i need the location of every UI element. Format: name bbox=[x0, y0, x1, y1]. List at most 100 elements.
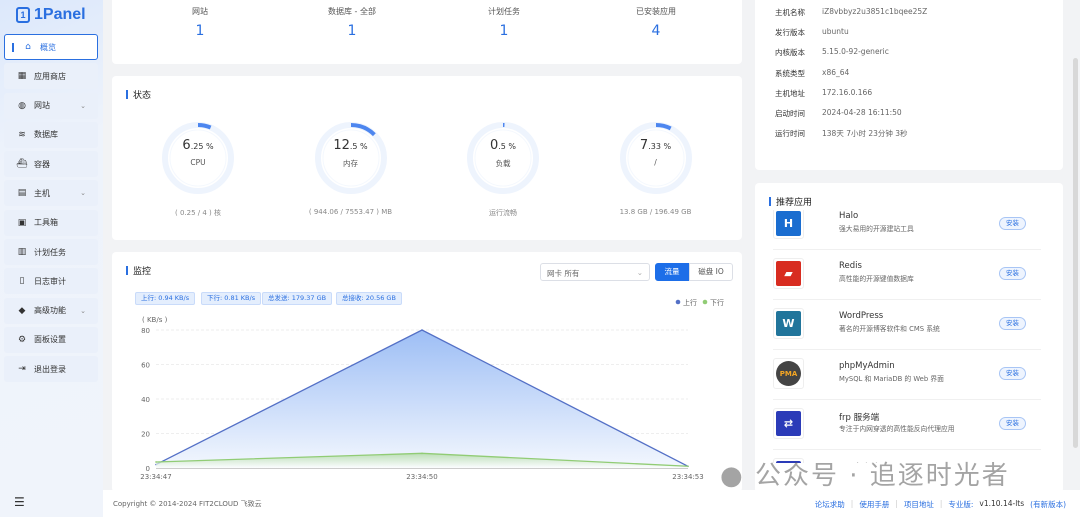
stat-label: 计划任务 bbox=[488, 7, 520, 16]
status-gauge: 0.5 % 负载 运行流畅 bbox=[463, 118, 543, 218]
host-info-row: 运行时间 138天 7小时 23分钟 3秒 bbox=[775, 128, 908, 139]
database-icon: ≋ bbox=[18, 129, 26, 140]
status-gauge: 12.5 % 内存( 944.06 / 7553.47 ) MB bbox=[309, 118, 392, 216]
home-icon: ⌂ bbox=[25, 42, 31, 52]
server-icon: ▤ bbox=[17, 188, 27, 199]
x-tick-label: 23:34:53 bbox=[672, 473, 703, 481]
host-info-key: 启动时间 bbox=[775, 109, 805, 118]
app-logo-icon: ⇄ bbox=[773, 408, 804, 439]
host-info-row: 主机地址 172.16.0.166 bbox=[775, 88, 872, 99]
overview-stat[interactable]: 网站 1 bbox=[140, 6, 260, 39]
app-logo-icon: W bbox=[773, 308, 804, 339]
host-info-value: ubuntu bbox=[822, 27, 849, 37]
x-tick-label: 23:34:47 bbox=[140, 473, 171, 481]
app-name: Redis bbox=[839, 261, 862, 271]
gauge-label: 负载 bbox=[495, 159, 511, 168]
host-info-key: 主机地址 bbox=[775, 88, 805, 98]
app-desc: 强大易用的开源建站工具 bbox=[839, 225, 914, 233]
globe-icon: ◍ bbox=[18, 100, 26, 111]
new-version-link[interactable]: (有新版本) bbox=[1030, 499, 1066, 510]
app-desc: 著名的开源博客软件和 CMS 系统 bbox=[839, 325, 940, 333]
host-info-key: 主机名称 bbox=[775, 8, 805, 17]
host-info-row: 启动时间 2024-04-28 16:11:50 bbox=[775, 108, 902, 119]
stat-value: 1 bbox=[499, 23, 509, 39]
sidebar-item-1[interactable]: ▦ 应用商店 bbox=[4, 63, 98, 90]
app-desc: 高性能的开源键值数据库 bbox=[839, 275, 914, 283]
menu-collapse-icon[interactable]: ☰ bbox=[14, 495, 25, 509]
host-info-row: 主机名称 iZ8vbbyz2u3851c1bqee25Z bbox=[775, 7, 927, 18]
host-info-key: 内核版本 bbox=[775, 48, 805, 58]
app-logo-icon: ▰ bbox=[773, 258, 804, 289]
install-button[interactable]: 安装 bbox=[999, 367, 1026, 380]
logo-icon: 1 bbox=[16, 7, 30, 23]
overview-stat[interactable]: 数据库 - 全部 1 bbox=[292, 6, 412, 39]
app-name: frp 服务端 bbox=[839, 413, 880, 423]
app-item: W WordPress 著名的开源博客软件和 CMS 系统 安装 bbox=[773, 300, 1041, 350]
x-tick-label: 23:34:50 bbox=[406, 473, 437, 481]
gauge-percent: 12.5 % bbox=[333, 138, 368, 153]
edition-label[interactable]: 专业版: bbox=[948, 499, 973, 510]
install-button[interactable]: 安装 bbox=[999, 317, 1026, 330]
gauge-label: / bbox=[654, 158, 657, 167]
app-item: ▰ Redis 高性能的开源键值数据库 安装 bbox=[773, 250, 1041, 300]
host-info-value: x86_64 bbox=[822, 67, 850, 77]
install-button[interactable]: 安装 bbox=[999, 267, 1026, 280]
stat-value: 1 bbox=[347, 23, 357, 39]
gauge-percent: 0.5 % bbox=[489, 138, 517, 153]
overview-stat[interactable]: 已安装应用 4 bbox=[596, 6, 716, 39]
host-info-key: 运行时间 bbox=[775, 129, 805, 139]
scrollbar[interactable] bbox=[1073, 58, 1078, 448]
sidebar-item-3[interactable]: ≋ 数据库 bbox=[4, 121, 98, 148]
status-gauge: 6.25 % CPU( 0.25 / 4 ) 核 bbox=[158, 118, 238, 218]
app-item: ⇄ frp 服务端 专注于内网穿透的高性能反向代理应用 安装 bbox=[773, 400, 1041, 450]
stat-value: 4 bbox=[651, 23, 661, 39]
brand-name: 1Panel bbox=[34, 6, 86, 23]
host-info-value: iZ8vbbyz2u3851c1bqee25Z bbox=[822, 7, 928, 16]
sidebar-item-2[interactable]: ◍ 网站 ⌄ bbox=[4, 92, 98, 119]
sidebar-item-0[interactable]: ⌂ 概览 bbox=[4, 34, 98, 60]
sidebar-item-4[interactable]: ⛴ 容器 bbox=[4, 151, 98, 178]
host-info-row: 系统类型 x86_64 bbox=[775, 68, 849, 79]
host-info-value: 2024-04-28 16:11:50 bbox=[822, 108, 902, 117]
chevron-down-icon: ⌄ bbox=[80, 101, 86, 110]
container-icon: ⛴ bbox=[16, 159, 28, 170]
chevron-down-icon: ⌄ bbox=[80, 189, 86, 198]
app-logo-icon: PMA bbox=[773, 358, 804, 389]
sidebar-item-label: 容器 bbox=[34, 159, 50, 169]
app-item: PMA phpMyAdmin MySQL 和 MariaDB 的 Web 界面 安装 bbox=[773, 350, 1041, 400]
app-name: Halo bbox=[839, 211, 859, 221]
host-info-card bbox=[755, 0, 1063, 170]
project-link[interactable]: 项目地址 bbox=[904, 499, 934, 510]
y-tick-label: 0 bbox=[146, 465, 150, 473]
watermark: ● 公众号 · 追逐时光者 bbox=[720, 461, 1010, 491]
stat-label: 网站 bbox=[192, 7, 208, 16]
sidebar-item-5[interactable]: ▤ 主机 ⌄ bbox=[4, 180, 98, 207]
host-info-key: 系统类型 bbox=[775, 68, 805, 78]
app-logo-icon: H bbox=[773, 210, 804, 239]
overview-card: 网站 1 数据库 - 全部 1 计划任务 1 已安装应用 4 bbox=[112, 0, 742, 64]
gauge-label: 内存 bbox=[343, 159, 358, 168]
overview-stat[interactable]: 计划任务 1 bbox=[444, 6, 564, 39]
app-name: WordPress bbox=[839, 311, 884, 321]
sidebar-item-label: 概览 bbox=[40, 42, 56, 52]
host-info-key: 发行版本 bbox=[775, 28, 805, 38]
host-info-row: 发行版本 ubuntu bbox=[775, 27, 849, 38]
brand-logo[interactable]: 1 1Panel bbox=[16, 6, 86, 24]
host-info-value: 172.16.0.166 bbox=[822, 87, 873, 97]
host-info-value: 5.15.0-92-generic bbox=[822, 47, 889, 57]
copyright: Copyright © 2014-2024 FIT2CLOUD 飞致云 bbox=[113, 500, 262, 508]
gauge-percent: 7.33 % bbox=[639, 138, 672, 153]
gauge-label: CPU bbox=[190, 158, 206, 167]
gauge-percent: 6.25 % bbox=[182, 138, 214, 153]
install-button[interactable]: 安装 bbox=[999, 217, 1026, 230]
data-point bbox=[687, 465, 689, 468]
manual-link[interactable]: 使用手册 bbox=[859, 499, 889, 510]
footer: Copyright © 2014-2024 FIT2CLOUD 飞致云 论坛求助… bbox=[103, 490, 1080, 517]
stat-label: 数据库 - 全部 bbox=[328, 7, 376, 16]
sidebar-item-label: 主机 bbox=[34, 188, 50, 198]
forum-link[interactable]: 论坛求助 bbox=[815, 499, 845, 510]
stat-value: 1 bbox=[195, 23, 205, 39]
host-info-row: 内核版本 5.15.0-92-generic bbox=[775, 47, 889, 58]
status-gauge: 7.33 %/13.8 GB / 196.49 GB bbox=[616, 118, 696, 216]
install-button[interactable]: 安装 bbox=[999, 417, 1026, 430]
